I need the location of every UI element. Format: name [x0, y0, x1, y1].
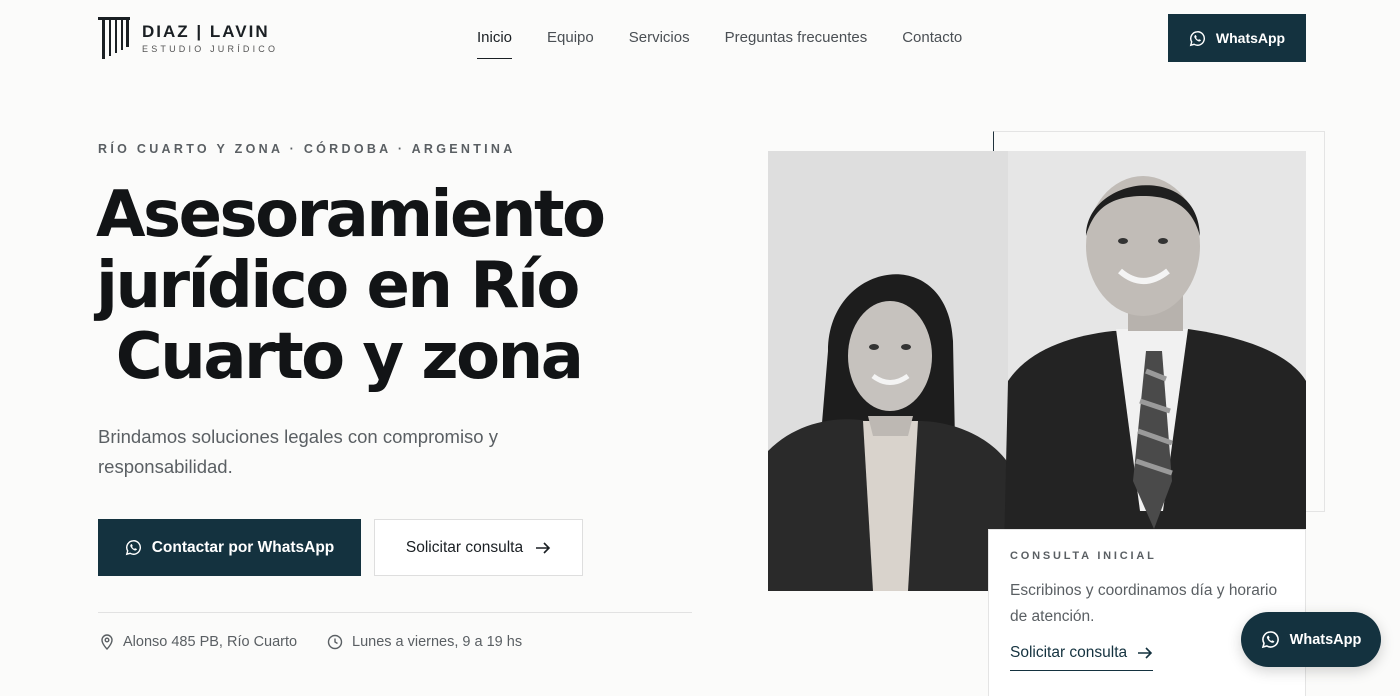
headline-line-1: Asesoramiento [96, 178, 606, 252]
hero-subtitle: Brindamos soluciones legales con comprom… [98, 426, 498, 477]
consultation-card: CONSULTA INICIAL Escribinos y coordinamo… [988, 529, 1306, 696]
header-whatsapp-button[interactable]: WhatsApp [1168, 14, 1306, 62]
whatsapp-icon [125, 540, 141, 556]
address-text: Alonso 485 PB, Río Cuarto [123, 634, 298, 650]
team-photo [768, 151, 1306, 591]
columns-logo-icon [98, 17, 130, 59]
nav-item-equipo[interactable]: Equipo [547, 28, 594, 59]
contact-whatsapp-label: Contactar por WhatsApp [151, 538, 335, 556]
arrow-right-icon [1138, 647, 1153, 659]
headline-line-3: Cuarto y zona [96, 320, 584, 394]
hero-headline: Asesoramiento jurídico en Río Cuarto y z… [96, 180, 696, 393]
card-eyebrow: CONSULTA INICIAL [1010, 550, 1157, 562]
whatsapp-icon [1261, 631, 1279, 649]
floating-whatsapp-button[interactable]: WhatsApp [1241, 612, 1381, 667]
clock-icon [327, 634, 343, 650]
arrow-right-icon [536, 541, 551, 554]
brand-name: DIAZ | LAVIN [142, 22, 270, 41]
nav-item-servicios[interactable]: Servicios [629, 28, 690, 59]
card-text: Escribinos y coordinamos día y horario d… [1010, 582, 1278, 625]
hero-divider [98, 612, 692, 613]
whatsapp-icon [1189, 30, 1205, 46]
contact-whatsapp-button[interactable]: Contactar por WhatsApp [98, 519, 361, 576]
hero-eyebrow: RÍO CUARTO Y ZONA · CÓRDOBA · ARGENTINA [98, 142, 516, 156]
nav-item-contacto[interactable]: Contacto [902, 28, 962, 59]
headline-line-2: jurídico en Río [96, 249, 580, 323]
card-link-label: Solicitar consulta [1010, 644, 1128, 661]
request-consultation-button[interactable]: Solicitar consulta [374, 519, 583, 576]
nav-item-preguntas-frecuentes[interactable]: Preguntas frecuentes [725, 28, 868, 59]
header-whatsapp-label: WhatsApp [1215, 30, 1286, 46]
hours-text: Lunes a viernes, 9 a 19 hs [352, 634, 523, 650]
location-pin-icon [101, 634, 113, 650]
request-consultation-label: Solicitar consulta [405, 538, 524, 556]
floating-whatsapp-label: WhatsApp [1289, 631, 1362, 648]
brand-logo[interactable]: DIAZ | LAVIN ESTUDIO JURÍDICO [98, 17, 278, 59]
address-info: Alonso 485 PB, Río Cuarto [100, 634, 297, 650]
hours-info: Lunes a viernes, 9 a 19 hs [327, 634, 522, 650]
main-nav: Inicio Equipo Servicios Preguntas frecue… [477, 28, 997, 59]
team-portrait-illustration [768, 151, 1306, 591]
nav-item-inicio[interactable]: Inicio [477, 28, 513, 59]
card-request-consultation-link[interactable]: Solicitar consulta [1010, 644, 1154, 671]
brand-tagline: ESTUDIO JURÍDICO [142, 44, 279, 54]
